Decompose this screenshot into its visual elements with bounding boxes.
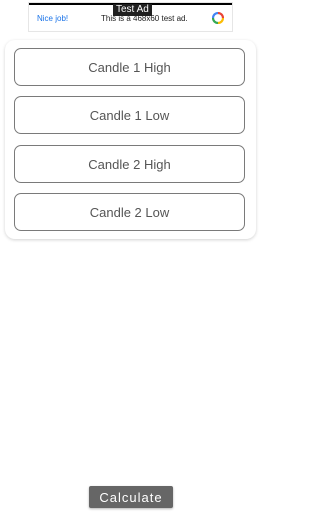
candle-2-low-field[interactable] (14, 193, 245, 231)
candle-1-low-input[interactable] (15, 106, 244, 124)
candle-1-high-input[interactable] (15, 58, 244, 76)
input-card (5, 40, 256, 239)
candle-1-high-field[interactable] (14, 48, 245, 86)
ad-body: This is a 468x60 test ad. (101, 14, 188, 23)
candle-1-low-field[interactable] (14, 96, 245, 134)
ad-choices-logo-icon[interactable] (212, 12, 224, 24)
candle-2-low-input[interactable] (15, 203, 244, 221)
candle-2-high-field[interactable] (14, 145, 245, 183)
candle-2-high-input[interactable] (15, 155, 244, 173)
ad-headline[interactable]: Nice job! (37, 14, 68, 23)
calculate-button[interactable]: Calculate (89, 486, 173, 508)
ad-banner[interactable]: Test Ad Nice job! This is a 468x60 test … (28, 2, 233, 32)
